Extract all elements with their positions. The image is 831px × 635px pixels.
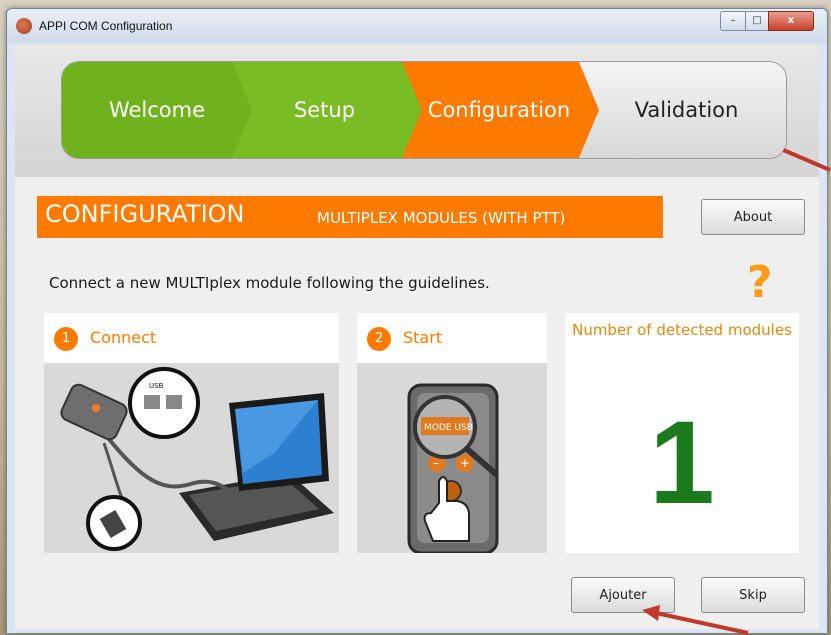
step-validation: Validation (567, 62, 786, 158)
window-title: APPI COM Configuration (39, 19, 173, 33)
app-window: APPI COM Configuration – □ x Welcome Set… (6, 8, 828, 634)
connect-illustration: USB (44, 363, 339, 553)
about-button[interactable]: About (701, 199, 805, 235)
title-bar[interactable]: APPI COM Configuration – □ x (7, 9, 827, 43)
wizard-steps: Welcome Setup Configuration Validation (61, 61, 787, 159)
app-icon (16, 18, 32, 34)
detected-count-label: Number of detected modules (572, 321, 792, 339)
client-area: Welcome Setup Configuration Validation C… (15, 45, 819, 629)
mode-usb-device-icon: – + MODE USB (407, 383, 499, 555)
connect-panel: 1 Connect USB (44, 313, 339, 553)
wizard-steps-band: Welcome Setup Configuration Validation (15, 45, 819, 177)
start-panel: 2 Start – + MODE USB (357, 313, 547, 555)
step-number-badge: 1 (54, 327, 78, 351)
section-header: CONFIGURATION MULTIPLEX MODULES (WITH PT… (37, 196, 663, 238)
start-panel-header: 2 Start (357, 313, 547, 363)
start-illustration: – + MODE USB (357, 363, 547, 555)
step-welcome: Welcome (62, 62, 252, 158)
svg-text:USB: USB (149, 382, 164, 390)
detected-count-panel: Number of detected modules 1 (565, 313, 799, 553)
step-number-badge: 2 (367, 327, 391, 351)
laptop-usb-illustration-icon: USB (60, 367, 334, 551)
start-label: Start (403, 328, 443, 347)
maximize-button[interactable]: □ (745, 11, 769, 31)
connect-panel-header: 1 Connect (44, 313, 339, 363)
mode-usb-label: MODE USB (424, 423, 473, 433)
section-subtitle: MULTIPLEX MODULES (WITH PTT) (317, 209, 566, 227)
connect-label: Connect (90, 328, 157, 347)
svg-text:+: + (460, 456, 470, 470)
close-button[interactable]: x (768, 11, 814, 31)
section-title: CONFIGURATION (45, 200, 245, 228)
instruction-text: Connect a new MULTIplex module following… (49, 274, 490, 292)
minimize-button[interactable]: – (720, 11, 746, 31)
detected-count-value: 1 (649, 397, 715, 529)
help-icon[interactable]: ? (747, 257, 773, 308)
annotation-arrow-icon (642, 605, 749, 635)
